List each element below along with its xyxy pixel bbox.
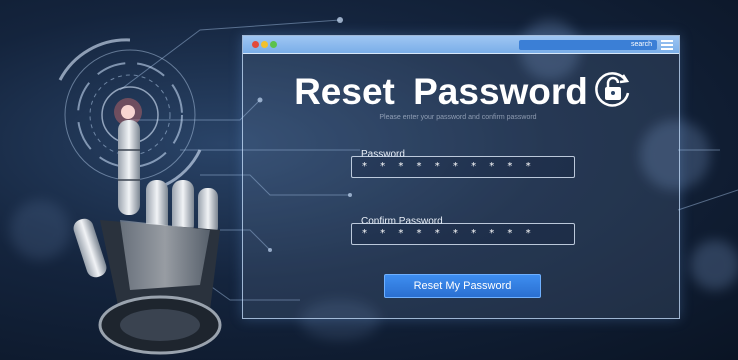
window-titlebar: search (243, 36, 679, 54)
confirm-password-value: * * * * * * * * * * (362, 228, 536, 239)
instruction-text: Please enter your password and confirm p… (379, 114, 537, 121)
search-input[interactable]: search (519, 40, 657, 50)
maximize-window-button[interactable] (270, 41, 277, 48)
password-field[interactable]: * * * * * * * * * * (351, 156, 575, 178)
reset-password-button[interactable]: Reset My Password (384, 274, 541, 298)
lock-reset-icon (595, 72, 630, 107)
minimize-window-button[interactable] (261, 41, 268, 48)
browser-window: search Reset Password Please enter your … (242, 35, 680, 319)
password-value: * * * * * * * * * * (362, 161, 536, 172)
robot-hand-image (73, 120, 222, 355)
search-label: search (630, 41, 652, 48)
page-title: Reset Password (294, 71, 588, 112)
close-window-button[interactable] (252, 41, 259, 48)
confirm-password-field[interactable]: * * * * * * * * * * (351, 223, 575, 245)
hamburger-menu-icon[interactable] (661, 40, 673, 50)
